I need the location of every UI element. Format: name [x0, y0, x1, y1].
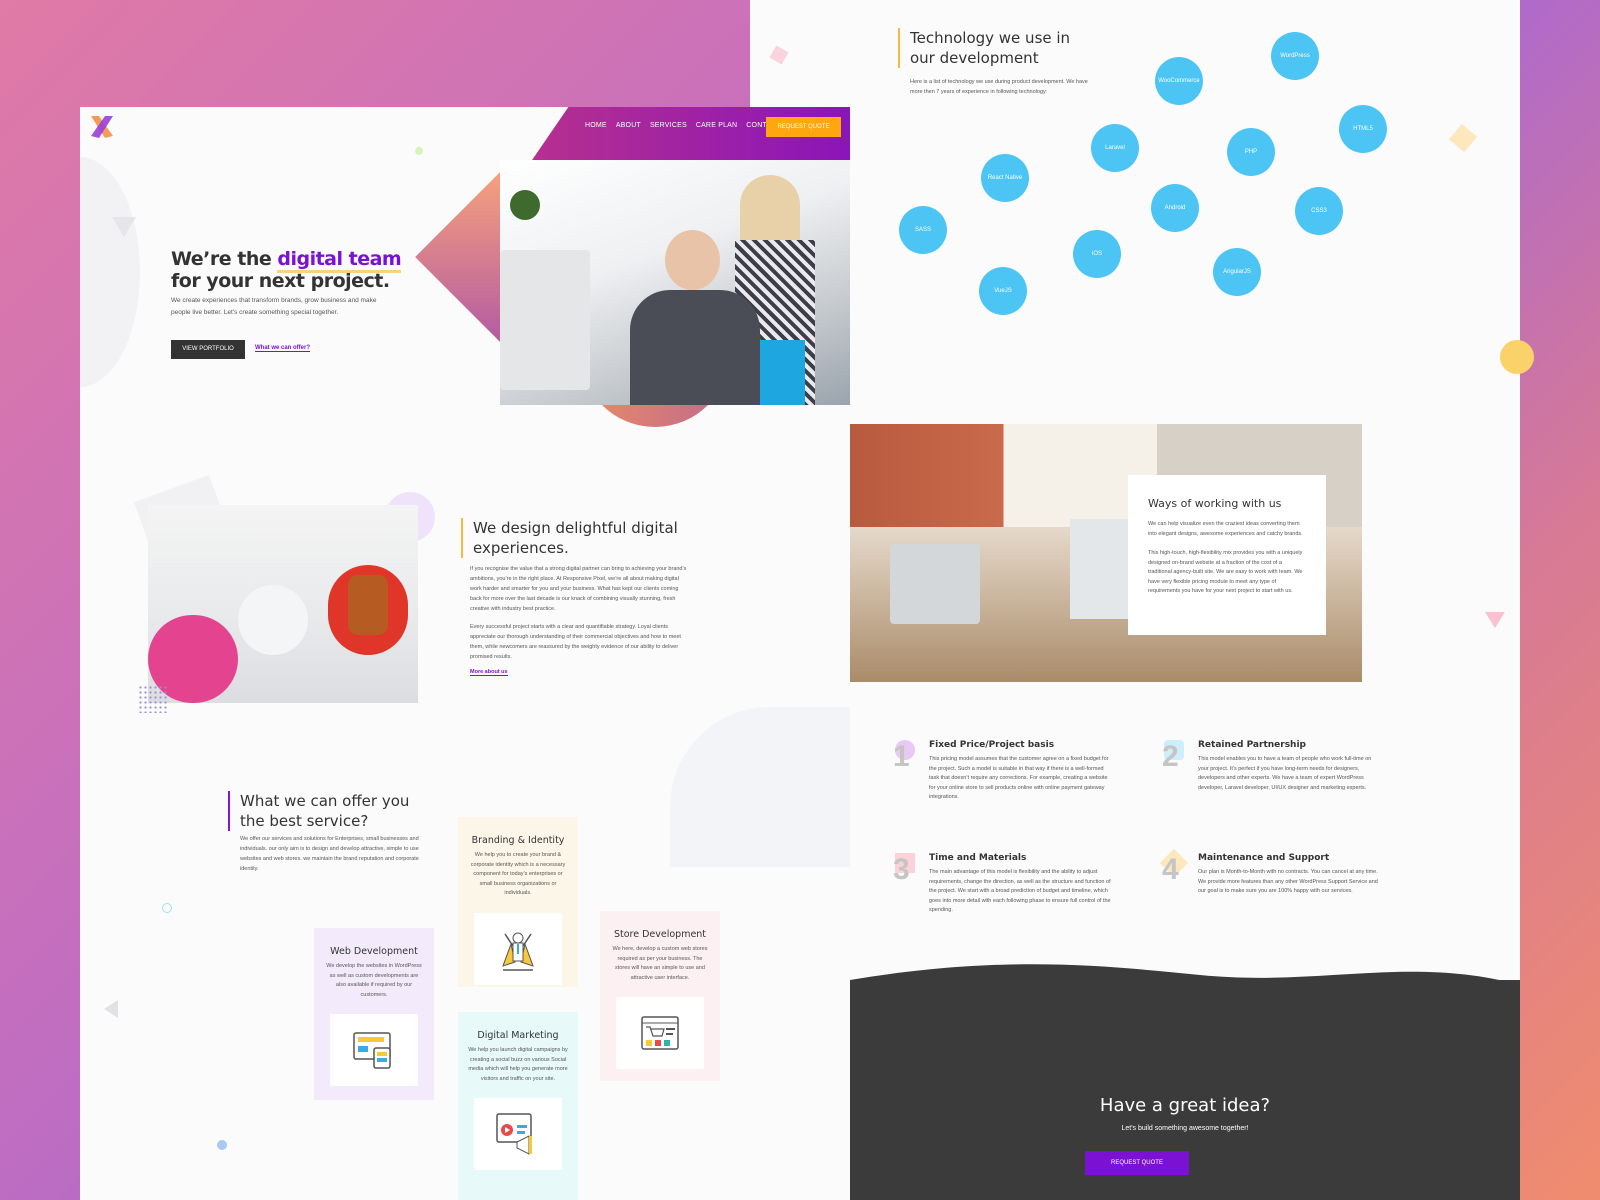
plan-time-materials: 3 Time and Materials The main advantage … [893, 853, 1113, 916]
service-card-title: Digital Marketing [477, 1030, 559, 1041]
deco-square [769, 45, 789, 65]
plan-1-title: Fixed Price/Project basis [929, 740, 1055, 750]
service-card-title: Store Development [613, 929, 707, 940]
deco-dot [217, 1140, 227, 1150]
plant [510, 190, 540, 220]
service-card-branding[interactable]: Branding & Identity We help you to creat… [458, 817, 578, 987]
what-we-offer-link[interactable]: What we can offer? [255, 345, 311, 352]
ways-paragraph-1: We can help visualize even the craziest … [1148, 521, 1303, 537]
person-jacket [348, 575, 388, 635]
person-face [665, 230, 720, 290]
plan-4-title: Maintenance and Support [1198, 853, 1330, 863]
footer-title: Have a great idea? [1099, 1095, 1271, 1116]
tech-bubble-sass: SASS [899, 206, 947, 254]
tech-title: Technology we use in our development [898, 28, 1098, 68]
hero-title-post: for your next project. [171, 270, 390, 292]
plan-2-text: This model enables you to have a team of… [1198, 756, 1372, 791]
hero-team-photo [500, 160, 850, 405]
tech-bubble-ios: iOS [1073, 230, 1121, 278]
superhero-icon [474, 912, 562, 985]
beanbag-white [238, 585, 308, 655]
tech-bubble-vuejs: VueJS [979, 267, 1027, 315]
tech-bubble-android: Android [1151, 184, 1199, 232]
shopping-cart-icon [616, 997, 704, 1069]
about-paragraph-1: If you recognise the value that a strong… [470, 566, 687, 612]
about-paragraph-2: Every successful project starts with a c… [470, 624, 681, 660]
nav-about[interactable]: ABOUT [616, 122, 641, 129]
plan-1-number: 1 [893, 740, 910, 773]
service-card-text: We help you to create your brand & corpo… [470, 852, 566, 896]
services-title: What we can offer you the best service? [228, 791, 428, 831]
deco-dot-grid [138, 685, 168, 713]
hero-description: We create experiences that transform bra… [171, 297, 377, 316]
nav-services[interactable]: SERVICES [650, 122, 687, 129]
service-card-web-development[interactable]: Web Development We develop the websites … [314, 928, 434, 1100]
monitor [500, 250, 590, 390]
about-title: We design delightful digital experiences… [461, 518, 691, 558]
deco-triangle [112, 217, 136, 237]
ways-of-working-card: Ways of working with us We can help visu… [1128, 475, 1326, 635]
deco-diamond [1448, 123, 1478, 153]
deco-circle [1500, 340, 1534, 374]
view-portfolio-button[interactable]: VIEW PORTFOLIO [171, 340, 245, 359]
bg-blob [80, 157, 140, 387]
service-card-title: Branding & Identity [471, 835, 565, 846]
tech-bubble-woocommerce: WooCommerce [1155, 57, 1203, 105]
tech-bubble-laravel: Laravel [1091, 124, 1139, 172]
deco-triangle [1485, 612, 1505, 628]
service-card-title: Web Development [330, 946, 418, 957]
tech-bubble-wordpress: WordPress [1271, 32, 1319, 80]
ways-title: Ways of working with us [1148, 497, 1282, 510]
ways-paragraph-2: This high-touch, high-flexibility mix pr… [1148, 550, 1303, 594]
plan-retained: 2 Retained Partnership This model enable… [1162, 740, 1382, 793]
plan-4-text: Our plan is Month-to-Month with no contr… [1198, 869, 1378, 894]
bg-blob [670, 707, 850, 867]
web-layout-icon [330, 1014, 418, 1086]
plan-fixed-price: 1 Fixed Price/Project basis This pricing… [893, 740, 1113, 803]
deco-triangle [104, 1000, 118, 1018]
tech-bubble-angularjs: AngularJS [1213, 248, 1261, 296]
hero-title-pre: We’re the [171, 248, 278, 270]
tech-bubble-php: PHP [1227, 128, 1275, 176]
plan-2-number: 2 [1162, 740, 1179, 773]
nav-care-plan[interactable]: CARE PLAN [696, 122, 737, 129]
footer-subtitle: Let's build something awesome together! [1121, 1125, 1249, 1132]
service-card-store-development[interactable]: Store Development We here, develop a cus… [600, 911, 720, 1081]
tech-bubble-html5: HTML5 [1339, 105, 1387, 153]
plan-4-number: 4 [1162, 853, 1179, 886]
tech-description: Here is a list of technology we use duri… [910, 79, 1088, 95]
imac-shape [890, 544, 980, 624]
left-page-mockup: HOME ABOUT SERVICES CARE PLAN CONTACT RE… [80, 107, 850, 1200]
plan-3-title: Time and Materials [929, 853, 1027, 863]
hero-title: We’re the digital team for your next pro… [171, 248, 402, 292]
nav-home[interactable]: HOME [585, 122, 607, 129]
service-card-text: We develop the websites in WordPress as … [326, 963, 422, 998]
megaphone-icon [474, 1098, 562, 1170]
footer-request-quote-button[interactable]: REQUEST QUOTE [1085, 1151, 1189, 1175]
team-beanbags-photo [148, 505, 418, 703]
tech-bubble-css3: CSS3 [1295, 187, 1343, 235]
brand-logo-icon[interactable] [89, 114, 115, 140]
service-card-digital-marketing[interactable]: Digital Marketing We help you launch dig… [458, 1012, 578, 1200]
service-card-text: We help you launch digital campaigns by … [468, 1047, 568, 1082]
cta-footer: Have a great idea? Let's build something… [850, 980, 1520, 1200]
person-sweater [630, 290, 760, 405]
more-about-us-link[interactable]: More about us [470, 669, 508, 676]
tech-bubble-react-native: React Native [981, 154, 1029, 202]
plan-2-title: Retained Partnership [1198, 740, 1306, 750]
plan-maintenance: 4 Maintenance and Support Our plan is Mo… [1159, 848, 1382, 897]
plan-3-number: 3 [893, 853, 910, 886]
service-card-text: We here, develop a custom web stores req… [612, 946, 708, 981]
deco-ring [162, 903, 172, 913]
plan-1-text: This pricing model assumes that the cust… [929, 756, 1109, 800]
plan-3-text: The main advantage of this model is flex… [929, 869, 1111, 913]
deco-dot [415, 147, 423, 155]
main-nav: HOME ABOUT SERVICES CARE PLAN CONTACT [585, 122, 781, 129]
right-page-mockup: Technology we use in our development Her… [750, 0, 1520, 1200]
request-quote-button[interactable]: REQUEST QUOTE [766, 117, 841, 137]
services-description: We offer our services and solutions for … [240, 836, 419, 872]
